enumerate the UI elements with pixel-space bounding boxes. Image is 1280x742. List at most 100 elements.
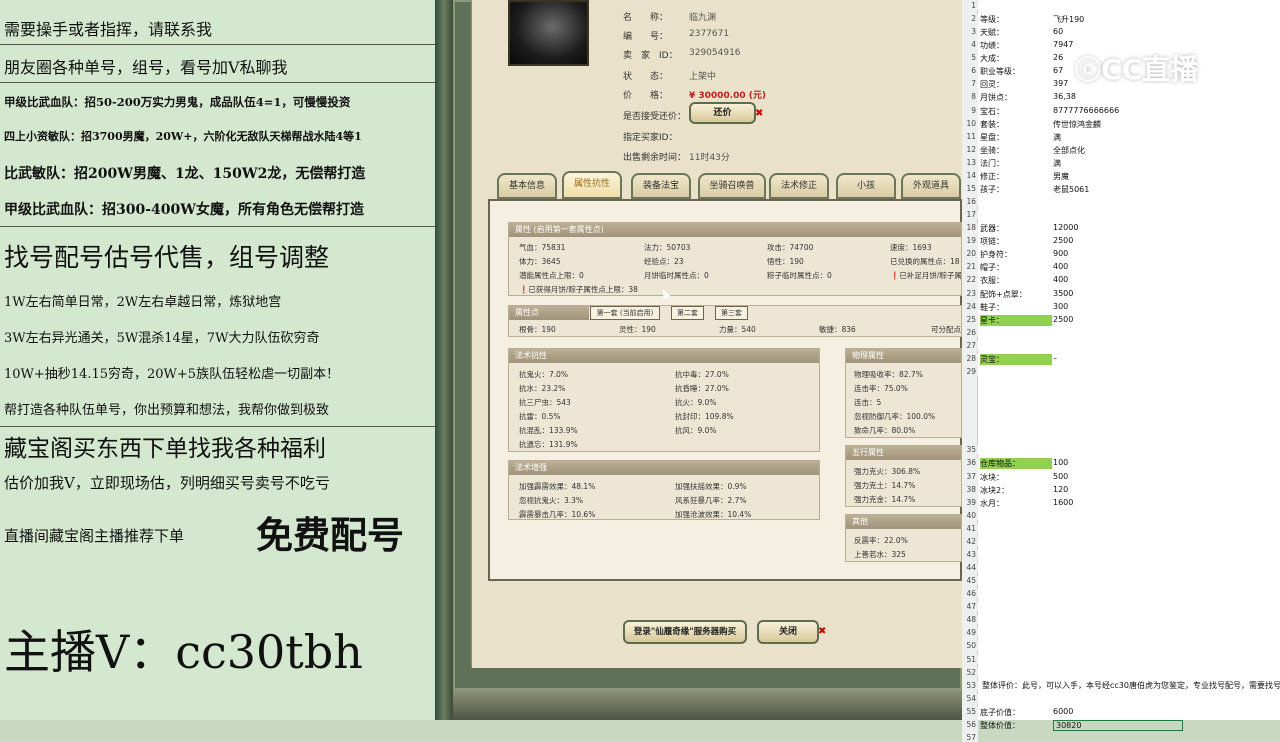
resist-cell: 抗中毒：27.0% (675, 370, 729, 379)
sheet-key-cell[interactable]: 仓库物品： (980, 458, 1052, 470)
sheet-key-cell[interactable]: 套装： (980, 119, 1004, 130)
sheet-key-cell[interactable]: 回灵： (980, 79, 1004, 90)
tab-equipment[interactable]: 装备法宝 (631, 173, 691, 199)
sheet-value-cell[interactable]: 6000 (1053, 707, 1073, 716)
attribute-box: 属性 (启用第一套属性点) 气血：75831 法力：50703 攻击：74700… (508, 222, 962, 296)
attr-cell: 粽子临时属性点：0 (767, 271, 832, 280)
sheet-key-cell[interactable]: 冰块： (980, 472, 1004, 483)
sheet-key-cell[interactable]: 孩子： (980, 184, 1004, 195)
sheet-key-cell[interactable]: 等级： (980, 14, 1004, 25)
row-number: 8 (962, 92, 978, 106)
sheet-key-cell[interactable]: 底子价值： (980, 707, 1020, 718)
status-value: 上架中 (689, 72, 717, 82)
tab-child[interactable]: 小孩 (836, 173, 896, 199)
boost-cell: 风系狂暴几率：2.7% (675, 496, 747, 505)
character-avatar (508, 0, 589, 66)
sheet-key-cell[interactable]: 法门： (980, 158, 1004, 169)
watermark-text: CC直播 (1101, 53, 1199, 86)
points-tab-2[interactable]: 第二套 (671, 306, 704, 320)
close-button[interactable]: 关闭 (757, 620, 819, 644)
sheet-value-cell[interactable]: 老鼠5061 (1053, 184, 1089, 195)
sheet-key-cell[interactable]: 武器： (980, 223, 1004, 234)
sheet-key-cell[interactable]: 天赋： (980, 27, 1004, 38)
sheet-key-cell[interactable]: 冰块2： (980, 485, 1009, 496)
sheet-key-cell[interactable]: 项链： (980, 236, 1004, 247)
row-number: 12 (962, 144, 978, 158)
sheet-key-cell[interactable]: 鞋子： (980, 302, 1004, 313)
sheet-key-cell[interactable]: 大成： (980, 53, 1004, 64)
sheet-value-cell[interactable]: 满 (1053, 158, 1061, 169)
sheet-key-cell[interactable]: 护身符： (980, 249, 1012, 260)
divider (0, 44, 435, 45)
bargain-label: 是否接受还价： (623, 112, 687, 122)
sheet-value-cell[interactable]: 120 (1053, 485, 1068, 494)
sheet-value-cell[interactable]: 男魔 (1053, 171, 1069, 182)
sheet-value-cell[interactable]: 传世惊鸿金麟 (1053, 119, 1101, 130)
sheet-key-cell[interactable]: 职业等级： (980, 66, 1020, 77)
bargain-button[interactable]: 还价 (689, 102, 756, 124)
sheet-value-cell[interactable]: 300 (1053, 302, 1068, 311)
sheet-value-cell[interactable]: 67 (1053, 66, 1063, 75)
sheet-value-cell[interactable]: 397 (1053, 79, 1068, 88)
points-tab-3[interactable]: 第三套 (715, 306, 748, 320)
sheet-key-cell[interactable]: 衣服： (980, 275, 1004, 286)
row-number: 26 (962, 327, 978, 337)
number-label: 编 号： (623, 32, 669, 42)
section-header: 物理属性 (846, 349, 961, 363)
sheet-value-cell[interactable]: 100 (1053, 458, 1068, 467)
resist-cell: 抗昏睡：27.0% (675, 384, 729, 393)
promo-line: 3W左右异光通关，5W混杀14星，7W大力队伍砍穷奇 (4, 331, 320, 346)
sheet-key-cell[interactable]: 配饰+点翠： (980, 289, 1027, 300)
attr-cell: 潜能属性点上限：0 (519, 271, 584, 280)
sheet-value-cell[interactable]: 900 (1053, 249, 1068, 258)
sheet-value-cell[interactable]: 12000 (1053, 223, 1078, 232)
login-buy-button[interactable]: 登录"仙履奇缘"服务器购买 (623, 620, 747, 644)
sheet-key-cell[interactable]: 灵宝： (980, 353, 1052, 365)
points-tab-1[interactable]: 第一套 (当前启用) (590, 306, 660, 320)
row-number: 28 (962, 353, 978, 367)
attr-cell: 经验点：23 (644, 257, 684, 266)
promo-heading: 藏宝阁买东西下单找我各种福利 (4, 436, 326, 462)
sheet-key-cell[interactable]: 星盘： (980, 132, 1004, 143)
sheet-value-cell[interactable]: 满 (1053, 132, 1061, 143)
row-number: 44 (962, 563, 978, 572)
sheet-value-cell[interactable]: 36,38 (1053, 92, 1076, 101)
sheet-key-cell[interactable]: 功绩： (980, 40, 1004, 51)
sheet-value-cell[interactable]: 1600 (1053, 498, 1073, 507)
sheet-key-cell[interactable]: 宝石： (980, 106, 1004, 117)
sheet-key-cell[interactable]: 整体价值： (980, 720, 1020, 731)
sheet-value-cell[interactable]: 30820 (1053, 719, 1183, 731)
sheet-key-cell[interactable]: 帽子： (980, 262, 1004, 273)
boost-cell: 加强霹雳效果：48.1% (519, 482, 596, 491)
tab-basic-info[interactable]: 基本信息 (497, 173, 557, 199)
buyer-id-label: 指定买家ID： (623, 133, 678, 143)
tab-spell-correction[interactable]: 法术修正 (769, 173, 829, 199)
sheet-key-cell[interactable]: 修正： (980, 171, 1004, 182)
sheet-value-cell[interactable]: 3500 (1053, 289, 1073, 298)
sheet-value-cell[interactable]: 400 (1053, 275, 1068, 284)
sheet-key-cell[interactable]: 坐骑： (980, 145, 1004, 156)
sheet-value-cell[interactable]: 60 (1053, 27, 1063, 36)
sheet-key-cell[interactable]: 水月： (980, 498, 1004, 509)
sheet-value-cell[interactable]: 7947 (1053, 40, 1073, 49)
sheet-value-cell[interactable]: 26 (1053, 53, 1063, 62)
sheet-key-cell[interactable]: 月饼点： (980, 92, 1012, 103)
row-number: 57 (962, 732, 978, 742)
row-number: 3 (962, 27, 978, 41)
tab-mounts-pets[interactable]: 坐骑召唤兽 (698, 173, 766, 199)
sheet-key-cell[interactable]: 星卡： (980, 314, 1052, 326)
sheet-value-cell[interactable]: 全部点化 (1053, 145, 1085, 156)
promo-line: 甲级比武血队：招50-200万实力男鬼，成品队伍4=1，可慢慢投资 (4, 95, 351, 109)
sheet-value-cell[interactable]: 2500 (1053, 315, 1073, 324)
promo-line: 10W+抽秒14.15穷奇，20W+5族队伍轻松虐一切副本！ (4, 367, 340, 382)
sheet-value-cell[interactable]: 8777776666666 (1053, 106, 1119, 115)
sheet-value-cell[interactable]: 飞升190 (1053, 14, 1084, 25)
tab-attributes[interactable]: 属性抗性 (562, 171, 622, 199)
sheet-value-cell[interactable]: – (1053, 354, 1057, 363)
tab-appearance[interactable]: 外观道具 (901, 173, 961, 199)
window-bottom-bar (453, 690, 962, 720)
row-number: 17 (962, 210, 978, 220)
sheet-value-cell[interactable]: 2500 (1053, 236, 1073, 245)
sheet-value-cell[interactable]: 500 (1053, 472, 1068, 481)
sheet-value-cell[interactable]: 400 (1053, 262, 1068, 271)
